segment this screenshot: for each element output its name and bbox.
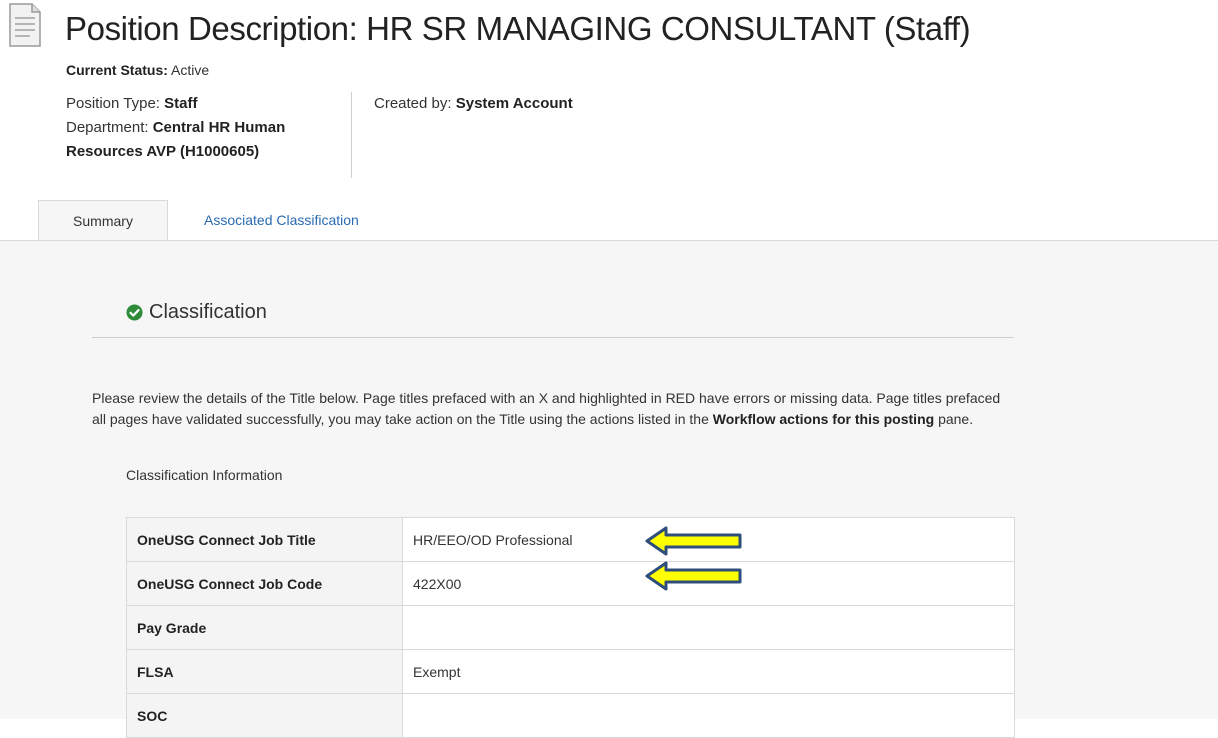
table-row: SOC [126, 693, 1015, 738]
table-row: OneUSG Connect Job Code 422X00 [126, 561, 1015, 606]
table-row: Pay Grade [126, 605, 1015, 650]
current-status: Current Status: Active [66, 62, 209, 78]
table-row: OneUSG Connect Job Title HR/EEO/OD Profe… [126, 517, 1015, 562]
summary-panel: Classification Please review the details… [0, 240, 1218, 738]
position-type-value: Staff [164, 95, 198, 112]
page-title: Position Description: HR SR MANAGING CON… [65, 10, 971, 47]
row-label: OneUSG Connect Job Code [126, 561, 403, 606]
row-label: SOC [126, 693, 403, 738]
row-label: Pay Grade [126, 605, 403, 650]
instructions-text: Please review the details of the Title b… [92, 388, 1218, 430]
instructions-line-2: all pages have validated successfully, y… [92, 409, 1218, 430]
row-label: FLSA [126, 649, 403, 694]
table-row: FLSA Exempt [126, 649, 1015, 694]
arrow-annotation-icon [645, 526, 742, 556]
row-label: OneUSG Connect Job Title [126, 517, 403, 562]
status-label: Current Status: [66, 62, 168, 78]
arrow-annotation-icon [645, 561, 742, 591]
page-header: Position Description: HR SR MANAGING CON… [0, 0, 1218, 200]
tab-bar: Summary Associated Classification [0, 200, 1218, 241]
tab-associated-classification[interactable]: Associated Classification [204, 200, 359, 240]
check-circle-icon [126, 304, 143, 321]
created-by: Created by: System Account [374, 92, 573, 116]
row-value [402, 605, 1015, 650]
divider [92, 337, 1014, 338]
classification-info-heading: Classification Information [126, 467, 283, 483]
created-by-value: System Account [455, 95, 573, 112]
instructions-line-1: Please review the details of the Title b… [92, 390, 1001, 406]
workflow-actions-text: Workflow actions for this posting [712, 411, 935, 427]
department: Department: Central HR Human Resources A… [66, 116, 351, 164]
instructions-line-2-end: pane. [934, 411, 974, 427]
position-type-label: Position Type: [66, 95, 160, 112]
status-value: Active [171, 62, 210, 78]
document-icon [9, 3, 41, 47]
row-value: Exempt [402, 649, 1015, 694]
section-title: Classification [149, 301, 267, 323]
position-type: Position Type: Staff [66, 92, 351, 116]
row-value [402, 693, 1015, 738]
department-label: Department: [66, 119, 149, 136]
instructions-line-2-start: all pages have validated successfully, y… [92, 411, 713, 427]
section-heading: Classification [126, 301, 267, 324]
tab-summary[interactable]: Summary [38, 200, 168, 241]
classification-table: OneUSG Connect Job Title HR/EEO/OD Profe… [126, 517, 1015, 738]
position-meta: Position Type: Staff Department: Central… [66, 92, 352, 178]
created-by-label: Created by: [374, 95, 452, 112]
